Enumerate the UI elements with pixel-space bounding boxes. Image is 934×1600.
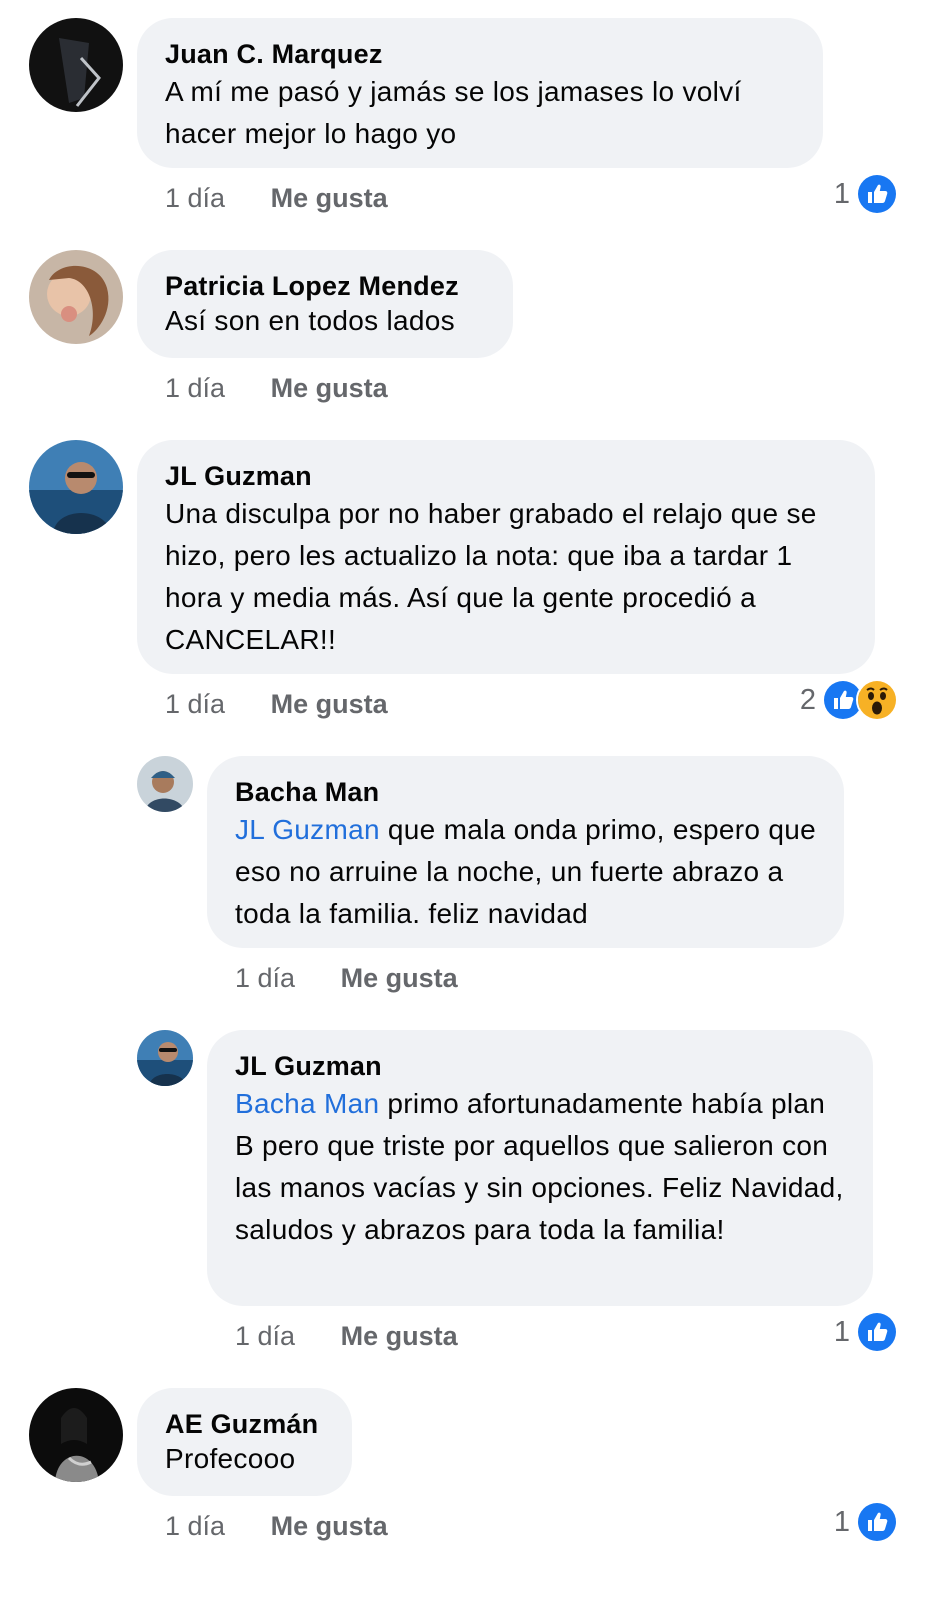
comment-bubble: JL Guzman Bacha Man primo afortunadament… [207,1030,873,1306]
comment-actions: 1 día Me gusta [165,368,388,408]
avatar[interactable] [29,1388,123,1482]
comment-bubble: Patricia Lopez Mendez Así son en todos l… [137,250,513,358]
reaction-summary[interactable]: 1 [833,1501,898,1543]
like-button[interactable]: Me gusta [271,368,388,408]
reaction-summary[interactable]: 1 [833,173,898,215]
comment-text: Así son en todos lados [165,305,455,336]
comment-actions: 1 día Me gusta [235,1316,458,1356]
comment-text: Bacha Man primo afortunadamente había pl… [235,1083,845,1251]
comment-text: Una disculpa por no haber grabado el rel… [165,498,817,655]
like-button[interactable]: Me gusta [271,178,388,218]
comment-bubble: Juan C. Marquez A mí me pasó y jamás se … [137,18,823,168]
comment-time[interactable]: 1 día [235,1316,295,1356]
comment-time[interactable]: 1 día [165,178,225,218]
comment-time[interactable]: 1 día [165,1506,225,1546]
like-button[interactable]: Me gusta [341,1316,458,1356]
comment-author[interactable]: Juan C. Marquez [165,37,795,71]
like-button[interactable]: Me gusta [341,958,458,998]
reaction-summary[interactable]: 1 [833,1311,898,1353]
avatar[interactable] [137,1030,193,1086]
avatar[interactable] [29,440,123,534]
comment-author[interactable]: Bacha Man [235,775,816,809]
like-reaction-icon [856,173,898,215]
mention-link[interactable]: Bacha Man [235,1088,379,1119]
comment-author[interactable]: JL Guzman [165,459,847,493]
comment-author[interactable]: Patricia Lopez Mendez [165,269,485,303]
reaction-count: 1 [833,1505,850,1538]
avatar[interactable] [29,18,123,112]
avatar[interactable] [137,756,193,812]
like-button[interactable]: Me gusta [271,684,388,724]
comment-actions: 1 día Me gusta [165,684,388,724]
comment-bubble: AE Guzmán Profecooo [137,1388,352,1496]
comment-author[interactable]: AE Guzmán [165,1407,324,1441]
reaction-count: 1 [833,177,850,210]
comment-time[interactable]: 1 día [165,684,225,724]
comment-bubble: Bacha Man JL Guzman que mala onda primo,… [207,756,844,948]
comment-bubble: JL Guzman Una disculpa por no haber grab… [137,440,875,674]
comment-text: A mí me pasó y jamás se los jamases lo v… [165,76,742,149]
reaction-count: 1 [833,1315,850,1348]
avatar[interactable] [29,250,123,344]
comment-actions: 1 día Me gusta [165,178,388,218]
comment-time[interactable]: 1 día [235,958,295,998]
like-reaction-icon [856,1501,898,1543]
mention-link[interactable]: JL Guzman [235,814,380,845]
comment-time[interactable]: 1 día [165,368,225,408]
comment-text: Profecooo [165,1443,296,1474]
comment-text: JL Guzman que mala onda primo, espero qu… [235,809,816,935]
wow-reaction-icon [856,679,898,721]
comment-author[interactable]: JL Guzman [235,1049,845,1083]
comment-actions: 1 día Me gusta [235,958,458,998]
reaction-count: 2 [799,683,816,716]
like-button[interactable]: Me gusta [271,1506,388,1546]
comment-actions: 1 día Me gusta [165,1506,388,1546]
like-reaction-icon [856,1311,898,1353]
reaction-summary[interactable]: 2 [799,679,898,721]
